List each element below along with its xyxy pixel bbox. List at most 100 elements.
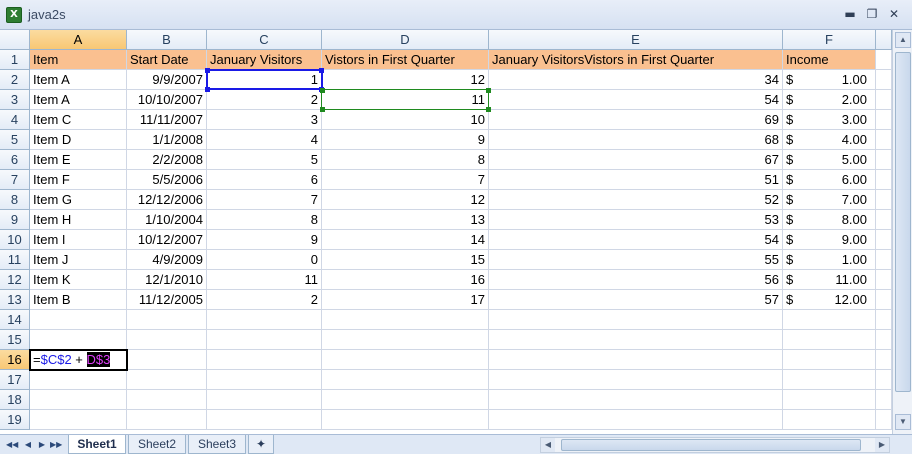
cell-f11[interactable]: $1.00 bbox=[783, 250, 876, 270]
cell-d1[interactable]: Vistors in First Quarter bbox=[322, 50, 489, 70]
row-header-8[interactable]: 8 bbox=[0, 190, 30, 210]
cell-c13[interactable]: 2 bbox=[207, 290, 322, 310]
prev-sheet-icon[interactable]: ◀ bbox=[22, 438, 34, 451]
cell-a4[interactable]: Item C bbox=[30, 110, 127, 130]
sheet-tab-1[interactable]: Sheet1 bbox=[68, 435, 126, 454]
cell-a12[interactable]: Item K bbox=[30, 270, 127, 290]
cell-f16[interactable] bbox=[783, 350, 876, 370]
cell-b3[interactable]: 10/10/2007 bbox=[127, 90, 207, 110]
first-sheet-icon[interactable]: ◀◀ bbox=[6, 438, 18, 451]
cell-a9[interactable]: Item H bbox=[30, 210, 127, 230]
cell-e6[interactable]: 67 bbox=[489, 150, 783, 170]
cell-d9[interactable]: 13 bbox=[322, 210, 489, 230]
cell-b17[interactable] bbox=[127, 370, 207, 390]
row-header-4[interactable]: 4 bbox=[0, 110, 30, 130]
next-sheet-icon[interactable]: ▶ bbox=[36, 438, 48, 451]
cell-c5[interactable]: 4 bbox=[207, 130, 322, 150]
sheet-tab-3[interactable]: Sheet3 bbox=[188, 435, 246, 454]
cell-b4[interactable]: 11/11/2007 bbox=[127, 110, 207, 130]
cell-b5[interactable]: 1/1/2008 bbox=[127, 130, 207, 150]
cell-c12[interactable]: 11 bbox=[207, 270, 322, 290]
cell-c9[interactable]: 8 bbox=[207, 210, 322, 230]
cell-e8[interactable]: 52 bbox=[489, 190, 783, 210]
cell-b9[interactable]: 1/10/2004 bbox=[127, 210, 207, 230]
vertical-scrollbar[interactable]: ▲ ▼ bbox=[892, 30, 912, 434]
cell-e7[interactable]: 51 bbox=[489, 170, 783, 190]
cell-d11[interactable]: 15 bbox=[322, 250, 489, 270]
cell-f9[interactable]: $8.00 bbox=[783, 210, 876, 230]
cell-f10[interactable]: $9.00 bbox=[783, 230, 876, 250]
cell-c15[interactable] bbox=[207, 330, 322, 350]
cell-a2[interactable]: Item A bbox=[30, 70, 127, 90]
row-header-19[interactable]: 19 bbox=[0, 410, 30, 430]
cell-d2[interactable]: 12 bbox=[322, 70, 489, 90]
cell-f14[interactable] bbox=[783, 310, 876, 330]
row-header-16[interactable]: 16 bbox=[0, 350, 30, 370]
cell-c11[interactable]: 0 bbox=[207, 250, 322, 270]
cell-a10[interactable]: Item I bbox=[30, 230, 127, 250]
cell-c1[interactable]: January Visitors bbox=[207, 50, 322, 70]
cell-a3[interactable]: Item A bbox=[30, 90, 127, 110]
cell-b1[interactable]: Start Date bbox=[127, 50, 207, 70]
cell-b6[interactable]: 2/2/2008 bbox=[127, 150, 207, 170]
cell-d13[interactable]: 17 bbox=[322, 290, 489, 310]
column-header-d[interactable]: D bbox=[322, 30, 489, 50]
cell-a15[interactable] bbox=[30, 330, 127, 350]
cell-e9[interactable]: 53 bbox=[489, 210, 783, 230]
row-header-3[interactable]: 3 bbox=[0, 90, 30, 110]
row-header-7[interactable]: 7 bbox=[0, 170, 30, 190]
cell-e5[interactable]: 68 bbox=[489, 130, 783, 150]
cell-d15[interactable] bbox=[322, 330, 489, 350]
cell-d16[interactable] bbox=[322, 350, 489, 370]
cell-e2[interactable]: 34 bbox=[489, 70, 783, 90]
cell-e14[interactable] bbox=[489, 310, 783, 330]
row-header-13[interactable]: 13 bbox=[0, 290, 30, 310]
cell-a13[interactable]: Item B bbox=[30, 290, 127, 310]
cell-b19[interactable] bbox=[127, 410, 207, 430]
column-header-c[interactable]: C bbox=[207, 30, 322, 50]
cell-b8[interactable]: 12/12/2006 bbox=[127, 190, 207, 210]
cell-d19[interactable] bbox=[322, 410, 489, 430]
cell-f17[interactable] bbox=[783, 370, 876, 390]
row-header-14[interactable]: 14 bbox=[0, 310, 30, 330]
cell-f7[interactable]: $6.00 bbox=[783, 170, 876, 190]
scroll-down-icon[interactable]: ▼ bbox=[895, 414, 911, 430]
cell-c7[interactable]: 6 bbox=[207, 170, 322, 190]
column-header-f[interactable]: F bbox=[783, 30, 876, 50]
cell-e18[interactable] bbox=[489, 390, 783, 410]
cell-e19[interactable] bbox=[489, 410, 783, 430]
formula-edit-cell[interactable]: =$C$2 + D$3 bbox=[29, 349, 128, 371]
cell-a6[interactable]: Item E bbox=[30, 150, 127, 170]
cell-d18[interactable] bbox=[322, 390, 489, 410]
cell-e4[interactable]: 69 bbox=[489, 110, 783, 130]
cell-d7[interactable]: 7 bbox=[322, 170, 489, 190]
cell-b2[interactable]: 9/9/2007 bbox=[127, 70, 207, 90]
column-header-e[interactable]: E bbox=[489, 30, 783, 50]
cell-c3[interactable]: 2 bbox=[207, 90, 322, 110]
cell-c14[interactable] bbox=[207, 310, 322, 330]
cell-b12[interactable]: 12/1/2010 bbox=[127, 270, 207, 290]
cell-c8[interactable]: 7 bbox=[207, 190, 322, 210]
scroll-left-icon[interactable]: ◀ bbox=[541, 438, 555, 452]
cell-f8[interactable]: $7.00 bbox=[783, 190, 876, 210]
cell-f2[interactable]: $1.00 bbox=[783, 70, 876, 90]
row-header-1[interactable]: 1 bbox=[0, 50, 30, 70]
row-header-11[interactable]: 11 bbox=[0, 250, 30, 270]
cell-f13[interactable]: $12.00 bbox=[783, 290, 876, 310]
cell-a8[interactable]: Item G bbox=[30, 190, 127, 210]
cell-a19[interactable] bbox=[30, 410, 127, 430]
scroll-up-icon[interactable]: ▲ bbox=[895, 32, 911, 48]
cell-c17[interactable] bbox=[207, 370, 322, 390]
cell-a7[interactable]: Item F bbox=[30, 170, 127, 190]
row-header-12[interactable]: 12 bbox=[0, 270, 30, 290]
cell-e1[interactable]: January VisitorsVistors in First Quarter bbox=[489, 50, 783, 70]
cell-d6[interactable]: 8 bbox=[322, 150, 489, 170]
cell-f1[interactable]: Income bbox=[783, 50, 876, 70]
cell-c10[interactable]: 9 bbox=[207, 230, 322, 250]
cell-a17[interactable] bbox=[30, 370, 127, 390]
cell-a14[interactable] bbox=[30, 310, 127, 330]
close-button[interactable]: ✕ bbox=[886, 6, 902, 22]
cell-c19[interactable] bbox=[207, 410, 322, 430]
cell-b13[interactable]: 11/12/2005 bbox=[127, 290, 207, 310]
cell-f19[interactable] bbox=[783, 410, 876, 430]
